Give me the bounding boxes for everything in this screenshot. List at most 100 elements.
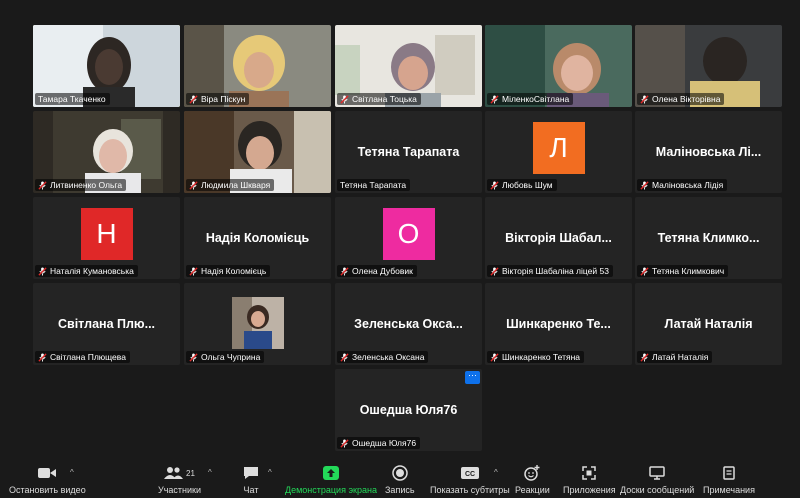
- participant-name-label: Зеленська Оксана: [337, 351, 429, 363]
- share-screen-label: Демонстрация экрана: [285, 485, 377, 495]
- muted-microphone-icon: [490, 266, 499, 276]
- participant-tile[interactable]: Світлана Плю... Світлана Плющева: [33, 283, 180, 365]
- stop-video-button[interactable]: Остановить видео: [9, 464, 86, 495]
- muted-microphone-icon: [38, 352, 47, 362]
- participant-avatar: О: [382, 208, 435, 260]
- participants-icon: 21: [164, 464, 195, 482]
- muted-microphone-icon: [490, 352, 499, 362]
- participant-tile[interactable]: Л Любовь Шум: [485, 111, 632, 193]
- participant-display-name: Тетяна Климко...: [657, 231, 760, 245]
- notes-label: Примечания: [703, 485, 755, 495]
- participant-name: Тамара Ткаченко: [38, 94, 106, 104]
- participant-name: Вікторія Шабаліна ліцей 53: [502, 266, 609, 276]
- participant-name-label: Любовь Шум: [487, 179, 557, 191]
- participant-name: Тетяна Климкович: [652, 266, 725, 276]
- participant-display-name: Тетяна Тарапата: [357, 145, 460, 159]
- muted-microphone-icon: [640, 180, 649, 190]
- muted-microphone-icon: [38, 266, 47, 276]
- whiteboards-button[interactable]: Доски сообщений: [620, 464, 694, 495]
- participant-name: Зеленська Оксана: [352, 352, 425, 362]
- participant-display-name: Вікторія Шабал...: [505, 231, 612, 245]
- participant-tile[interactable]: Тамара Ткаченко: [33, 25, 180, 107]
- participant-name-label: Вікторія Шабаліна ліцей 53: [487, 265, 613, 277]
- apps-button[interactable]: Приложения: [563, 464, 616, 495]
- muted-microphone-icon: [340, 438, 349, 448]
- participant-display-name: Світлана Плю...: [57, 317, 156, 331]
- participant-display-name: Зеленська Окса...: [354, 317, 463, 331]
- participants-button[interactable]: 21 Участники: [158, 464, 201, 495]
- participant-tile[interactable]: МіленкоСвітлана: [485, 25, 632, 107]
- participant-tile[interactable]: Надія Коломієць Надія Коломієць: [184, 197, 331, 279]
- participant-avatar: Л: [532, 122, 585, 174]
- participant-name-label: Ольга Чуприна: [186, 351, 265, 363]
- participant-tile[interactable]: Шинкаренко Те... Шинкаренко Тетяна: [485, 283, 632, 365]
- participant-tile[interactable]: Ошедша Юля76 ··· Ошедша Юля76: [335, 369, 482, 451]
- chat-options-caret[interactable]: ^: [268, 468, 272, 477]
- participant-tile[interactable]: Ольга Чуприна: [184, 283, 331, 365]
- record-button[interactable]: Запись: [385, 464, 415, 495]
- participant-name: Тетяна Тарапата: [340, 180, 407, 190]
- participant-name-label: Олена Вікторівна: [637, 93, 725, 105]
- participant-tile[interactable]: Тетяна Климко... Тетяна Климкович: [635, 197, 782, 279]
- chat-button[interactable]: Чат: [243, 464, 259, 495]
- participant-tile[interactable]: Вікторія Шабал... Вікторія Шабаліна ліцей…: [485, 197, 632, 279]
- record-icon: [392, 464, 408, 482]
- gallery-grid: Тамара Ткаченко Віра Піскун Світлана Тоцьк…: [0, 0, 800, 460]
- video-options-caret[interactable]: ^: [70, 468, 74, 477]
- participant-name: МіленкоСвітлана: [502, 94, 570, 104]
- participant-tile[interactable]: Литвиненко Ольга: [33, 111, 180, 193]
- more-options-button[interactable]: ···: [465, 371, 480, 384]
- participants-options-caret[interactable]: ^: [208, 468, 212, 477]
- participant-name: Віра Піскун: [201, 94, 246, 104]
- subtitles-options-caret[interactable]: ^: [494, 468, 498, 477]
- notes-button[interactable]: Примечания: [703, 464, 755, 495]
- participant-display-name: Маліновська Лі...: [655, 145, 762, 159]
- participant-tile[interactable]: Тетяна Тарапата Тетяна Тарапата: [335, 111, 482, 193]
- participant-name: Наталія Кумановська: [50, 266, 134, 276]
- participants-count: 21: [186, 468, 195, 478]
- participant-name-label: Латай Наталія: [637, 351, 713, 363]
- participant-display-name: Латай Наталія: [664, 317, 753, 331]
- closed-caption-icon: CC: [460, 464, 479, 482]
- participant-tile[interactable]: Латай Наталія Латай Наталія: [635, 283, 782, 365]
- participant-name: Шинкаренко Тетяна: [502, 352, 580, 362]
- stop-video-label: Остановить видео: [9, 485, 86, 495]
- muted-microphone-icon: [640, 94, 649, 104]
- participant-tile[interactable]: Світлана Тоцька: [335, 25, 482, 107]
- participant-name-label: Надія Коломієць: [186, 265, 271, 277]
- participant-name-label: Шинкаренко Тетяна: [487, 351, 584, 363]
- participant-tile[interactable]: Зеленська Окса... Зеленська Оксана: [335, 283, 482, 365]
- participant-tile[interactable]: Віра Піскун: [184, 25, 331, 107]
- participant-name: Маліновська Лідія: [652, 180, 724, 190]
- svg-text:CC: CC: [465, 471, 475, 478]
- participant-name-label: Світлана Тоцька: [337, 93, 421, 105]
- participants-label: Участники: [158, 485, 201, 495]
- participant-name-label: Олена Дубовик: [337, 265, 417, 277]
- participant-name: Надія Коломієць: [201, 266, 267, 276]
- participant-tile[interactable]: Людмила Шкваря: [184, 111, 331, 193]
- participant-name: Латай Наталія: [652, 352, 709, 362]
- participant-tile[interactable]: Н Наталія Кумановська: [33, 197, 180, 279]
- muted-microphone-icon: [640, 352, 649, 362]
- participant-name: Ошедша Юля76: [352, 438, 417, 448]
- participant-name-label: Тетяна Климкович: [637, 265, 729, 277]
- share-screen-button[interactable]: Демонстрация экрана: [285, 464, 377, 495]
- chat-label: Чат: [243, 485, 259, 495]
- whiteboard-icon: [649, 464, 665, 482]
- participant-tile[interactable]: Маліновська Лі... Маліновська Лідія: [635, 111, 782, 193]
- record-label: Запись: [385, 485, 415, 495]
- participant-name-label: Віра Піскун: [186, 93, 250, 105]
- muted-microphone-icon: [490, 94, 499, 104]
- reactions-button[interactable]: Реакции: [515, 464, 550, 495]
- participant-tile[interactable]: Олена Вікторівна: [635, 25, 782, 107]
- whiteboards-label: Доски сообщений: [620, 485, 695, 495]
- participant-name: Олена Вікторівна: [652, 94, 721, 104]
- muted-microphone-icon: [340, 352, 349, 362]
- muted-microphone-icon: [189, 352, 198, 362]
- participant-name-label: Людмила Шкваря: [186, 179, 275, 191]
- muted-microphone-icon: [490, 180, 499, 190]
- participant-display-name: Ошедша Юля76: [359, 403, 458, 417]
- notes-icon: [723, 464, 735, 482]
- apps-icon: [582, 464, 597, 482]
- participant-tile[interactable]: О Олена Дубовик: [335, 197, 482, 279]
